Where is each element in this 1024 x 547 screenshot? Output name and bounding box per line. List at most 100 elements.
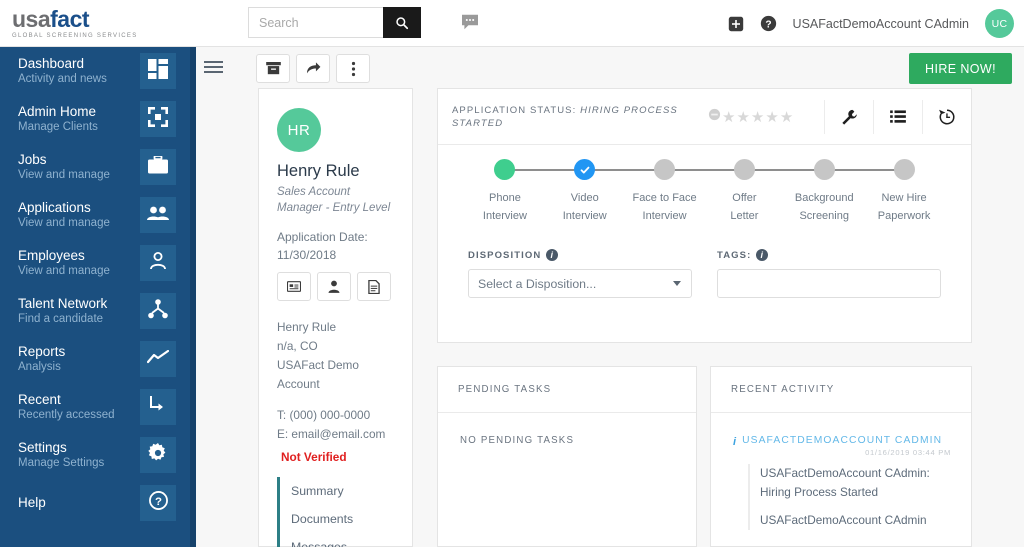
sidebar-item-texts: Dashboard Activity and news	[18, 56, 107, 87]
sidebar-item-icon-box[interactable]: ?	[140, 485, 176, 521]
tags-input[interactable]	[717, 269, 941, 298]
resume-button[interactable]	[277, 272, 311, 301]
sidebar-item-sublabel: Analysis	[18, 360, 61, 373]
add-button[interactable]	[728, 16, 744, 32]
stage-dot-gray[interactable]	[893, 159, 915, 180]
stage-dot-green[interactable]	[494, 159, 516, 180]
info-icon[interactable]: i	[546, 249, 559, 261]
sidebar-item-settings[interactable]: Settings Manage Settings	[0, 431, 190, 479]
search-button[interactable]	[383, 7, 421, 38]
search-input[interactable]	[248, 7, 383, 38]
avatar[interactable]: UC	[985, 9, 1014, 38]
star-icon[interactable]: ★	[722, 110, 735, 125]
sidebar-item-texts: Applications View and manage	[18, 200, 110, 231]
recent-activity-body: i USAFACTDEMOACCOUNT CADMIN 01/16/2019 0…	[711, 413, 971, 530]
application-status-prefix: APPLICATION STATUS:	[452, 104, 577, 116]
sidebar-item-label: Dashboard	[18, 55, 85, 71]
application-date: Application Date: 11/30/2018	[277, 228, 394, 264]
contact-button[interactable]	[317, 272, 351, 301]
candidate-contact-block: Henry Rule n/a, CO USAFact Demo Account	[277, 318, 394, 394]
sidebar-item-reports[interactable]: Reports Analysis	[0, 335, 190, 383]
star-icon[interactable]: ★	[780, 110, 793, 125]
sidebar-item-icon-box[interactable]	[140, 149, 176, 185]
stage-phone-interview[interactable]: Phone Interview	[465, 159, 585, 225]
stage-dot-blue[interactable]	[574, 159, 596, 180]
sidebar-item-jobs[interactable]: Jobs View and manage	[0, 143, 190, 191]
disposition-select[interactable]: Select a Disposition...	[468, 269, 692, 298]
chat-button[interactable]	[461, 14, 479, 35]
sidebar-item-employees[interactable]: Employees View and manage	[0, 239, 190, 287]
check-icon	[580, 166, 590, 174]
hire-now-button[interactable]: HIRE NOW!	[909, 53, 1012, 84]
stage-dot-gray[interactable]	[813, 159, 835, 180]
sidebar-item-label: Jobs	[18, 151, 47, 167]
add-box-icon	[728, 16, 743, 31]
disposition-selected-value: Select a Disposition...	[478, 276, 597, 291]
archive-button[interactable]	[256, 54, 290, 83]
sidebar-item-icon-box[interactable]	[140, 293, 176, 329]
activity-user-link[interactable]: USAFACTDEMOACCOUNT CADMIN	[742, 435, 951, 447]
star-icon[interactable]: ★	[765, 110, 778, 125]
sidebar-item-sublabel: View and manage	[18, 168, 110, 181]
sidebar-item-recent[interactable]: Recent Recently accessed	[0, 383, 190, 431]
stage-dot-gray[interactable]	[654, 159, 676, 180]
sidebar-item-icon-box[interactable]	[140, 389, 176, 425]
sidebar-item-icon-box[interactable]	[140, 197, 176, 233]
rating-stars[interactable]: ★ ★ ★ ★ ★	[708, 108, 793, 126]
stage-label: Background Screening	[794, 192, 854, 222]
document-button[interactable]	[357, 272, 391, 301]
star-icon[interactable]: ★	[736, 110, 749, 125]
profile-link-documents[interactable]: Documents	[291, 505, 412, 533]
sidebar-item-admin-home[interactable]: Admin Home Manage Clients	[0, 95, 190, 143]
help-circle-icon: ?	[760, 15, 776, 32]
hiring-process-stepper: Phone Interview Video Interview Face to Face…	[438, 159, 971, 247]
info-icon: i	[733, 436, 737, 448]
history-icon	[939, 109, 955, 125]
sidebar-item-talent-network[interactable]: Talent Network Find a candidate	[0, 287, 190, 335]
stage-dot-gray[interactable]	[733, 159, 755, 180]
logo-fact-text: fact	[50, 5, 90, 32]
activity-line-2: USAFactDemoAccount CAdmin	[760, 513, 927, 527]
status-badge-not-verified: Not Verified	[281, 450, 347, 464]
contact-location: n/a, CO	[277, 339, 318, 353]
tools-button[interactable]	[824, 100, 873, 134]
archive-box-icon	[265, 62, 281, 75]
sidebar-item-icon-box[interactable]	[140, 53, 176, 89]
sidebar-item-icon-box[interactable]	[140, 101, 176, 137]
sidebar-item-texts: Talent Network Find a candidate	[18, 296, 107, 327]
sidebar-item-label: Talent Network	[18, 295, 108, 311]
disposition-label: DISPOSITION	[468, 249, 542, 261]
more-vertical-icon	[351, 61, 355, 76]
stage-label: Face to Face Interview	[632, 192, 697, 222]
profile-nav-links: SummaryDocumentsMessagesOther Applicatio…	[277, 477, 412, 547]
info-icon[interactable]: i	[756, 249, 769, 261]
sidebar-item-applications[interactable]: Applications View and manage	[0, 191, 190, 239]
recent-activity-title: RECENT ACTIVITY	[711, 367, 971, 413]
help-button[interactable]: ?	[760, 15, 777, 32]
sidebar-item-icon-box[interactable]	[140, 245, 176, 281]
sidebar-item-help[interactable]: Help?	[0, 479, 190, 527]
star-icon[interactable]: ★	[751, 110, 764, 125]
logo-usa-text: usa	[12, 5, 51, 32]
svg-text:?: ?	[155, 496, 162, 508]
sidebar-item-label: Settings	[18, 439, 67, 455]
tags-label: TAGS:	[717, 249, 752, 261]
more-options-button[interactable]	[336, 54, 370, 83]
top-bar: usafact GLOBAL SCREENING SERVICES Search…	[0, 0, 1024, 47]
list-view-button[interactable]	[873, 100, 922, 134]
sidebar-item-icon-box[interactable]	[140, 437, 176, 473]
profile-link-summary[interactable]: Summary	[291, 477, 412, 505]
toolbar-buttons	[256, 54, 370, 83]
pending-tasks-body: NO PENDING TASKS	[438, 413, 696, 446]
hamburger-menu-icon[interactable]	[204, 61, 223, 73]
sidebar-item-icon-box[interactable]	[140, 341, 176, 377]
sidebar-item-sublabel: View and manage	[18, 216, 110, 229]
app-logo[interactable]: usafact GLOBAL SCREENING SERVICES	[0, 0, 196, 47]
sidebar-item-dashboard[interactable]: Dashboard Activity and news	[0, 47, 190, 95]
history-button[interactable]	[922, 100, 971, 134]
sidebar-item-label: Help	[18, 495, 46, 510]
no-rating-circle-icon[interactable]	[708, 108, 721, 126]
forward-button[interactable]	[296, 54, 330, 83]
stage-label: Offer Letter	[730, 192, 759, 222]
profile-link-messages[interactable]: Messages	[291, 533, 412, 547]
